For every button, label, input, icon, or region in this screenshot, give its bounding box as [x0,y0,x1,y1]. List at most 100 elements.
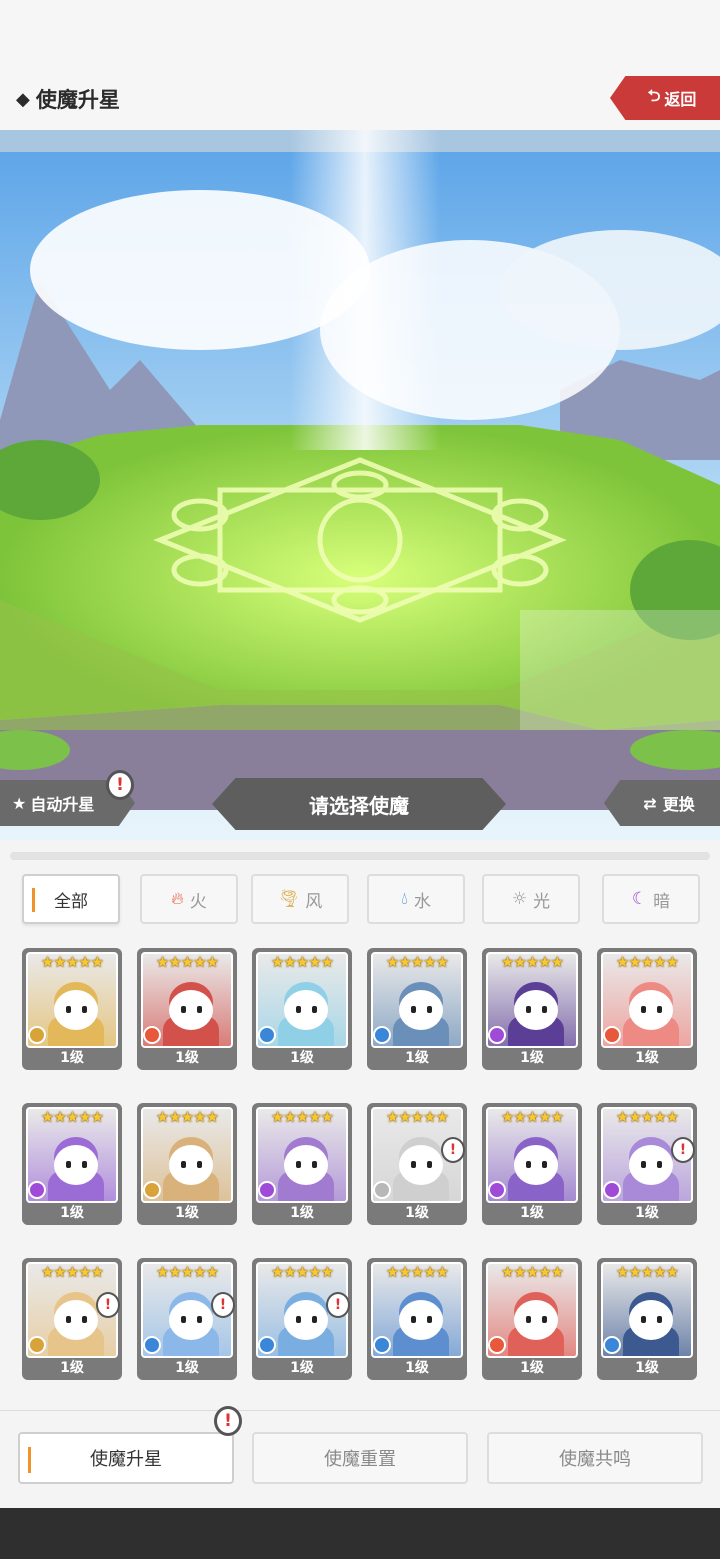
familiar-eye [526,1006,531,1013]
familiar-card[interactable]: ★★★★★ 1级 [22,1103,122,1225]
panel-divider [10,852,710,860]
wind-element-icon [28,1026,46,1044]
filter-dark[interactable]: ☾ 暗 [602,874,700,924]
familiar-eye [657,1316,662,1323]
fire-icon: 🔥︎ [171,889,184,909]
tab-familiar-reset-label: 使魔重置 [324,1449,396,1470]
familiar-card[interactable]: ★★★★★ 1级 [22,948,122,1070]
water-icon: 💧︎ [401,889,408,909]
filter-light[interactable]: ☼ 光 [482,874,580,924]
swap-button[interactable]: ⇄ 更换 [604,780,720,826]
familiar-level: 1级 [290,1360,314,1376]
water-element-icon [258,1336,276,1354]
familiar-head [629,1300,673,1340]
star-rating: ★★★★★ [40,1108,104,1126]
familiar-head [284,1145,328,1185]
tab-familiar-upgrade[interactable]: 使魔升星 [18,1432,234,1484]
familiar-card[interactable]: ★★★★★ 1级 [137,1103,237,1225]
filter-all[interactable]: 全部 [22,874,120,924]
familiar-card[interactable]: ★★★★★! 1级 [252,1258,352,1380]
familiar-card[interactable]: ★★★★★ 1级 [597,1258,697,1380]
water-element-icon [258,1026,276,1044]
filter-dark-label: 暗 [653,891,671,912]
familiar-level: 1级 [175,1360,199,1376]
tab-familiar-resonance[interactable]: 使魔共鸣 [487,1432,703,1484]
familiar-level: 1级 [405,1205,429,1221]
light-icon: ☼ [511,889,528,909]
familiar-head [399,1300,443,1340]
familiar-head [284,1300,328,1340]
filter-water[interactable]: 💧︎ 水 [367,874,465,924]
familiar-card[interactable]: ★★★★★! 1级 [597,1103,697,1225]
familiar-level: 1级 [520,1360,544,1376]
familiar-level: 1级 [520,1205,544,1221]
familiar-head [514,1300,558,1340]
familiar-eye [197,1161,202,1168]
summon-platform-scene [0,130,720,840]
filter-water-label: 水 [413,891,431,912]
filter-fire[interactable]: 🔥︎ 火 [140,874,238,924]
familiar-eye [411,1316,416,1323]
filter-wind[interactable]: 🌪︎ 风 [251,874,349,924]
scene-artwork [0,130,720,840]
familiar-card[interactable]: ★★★★★! 1级 [367,1103,467,1225]
diamond-icon: ◆ [16,88,30,110]
star-rating: ★★★★★ [615,1263,679,1281]
water-element-icon [373,1026,391,1044]
familiar-eye [181,1161,186,1168]
familiar-card[interactable]: ★★★★★ 1级 [482,948,582,1070]
familiar-head [54,990,98,1030]
filter-light-label: 光 [533,891,551,912]
familiar-level: 1级 [290,1205,314,1221]
familiar-card[interactable]: ★★★★★ 1级 [137,948,237,1070]
top-bar: ◆ 使魔升星 ⮌ 返回 [0,0,720,130]
familiar-eye [526,1161,531,1168]
familiar-card[interactable]: ★★★★★! 1级 [22,1258,122,1380]
system-navigation-bar [0,1508,720,1559]
swap-arrows-icon: ⇄ [643,793,657,813]
familiar-head [514,990,558,1030]
familiar-eye [181,1316,186,1323]
familiar-head [514,1145,558,1185]
familiar-eye [312,1006,317,1013]
star-rating: ★★★★★ [155,1263,219,1281]
familiar-card[interactable]: ★★★★★ 1级 [482,1103,582,1225]
fire-element-icon [143,1026,161,1044]
dark-element-icon [258,1181,276,1199]
familiar-card[interactable]: ★★★★★ 1级 [367,948,467,1070]
familiar-eye [197,1006,202,1013]
familiar-head [399,1145,443,1185]
familiar-eye [296,1006,301,1013]
familiar-level: 1级 [405,1050,429,1066]
familiar-level: 1级 [635,1360,659,1376]
familiar-eye [82,1316,87,1323]
dark-element-icon [488,1026,506,1044]
back-button[interactable]: ⮌ 返回 [610,76,720,120]
familiar-eye [526,1316,531,1323]
star-rating: ★★★★★ [270,1263,334,1281]
familiar-card[interactable]: ★★★★★ 1级 [367,1258,467,1380]
familiar-eye [296,1161,301,1168]
star-rating: ★★★★★ [500,1263,564,1281]
dark-element-icon [28,1181,46,1199]
familiar-eye [66,1006,71,1013]
familiar-head [629,1145,673,1185]
familiar-level: 1级 [175,1205,199,1221]
familiar-card[interactable]: ★★★★★! 1级 [137,1258,237,1380]
familiar-eye [657,1006,662,1013]
page-title: ◆ 使魔升星 [16,84,120,114]
tab-familiar-reset[interactable]: 使魔重置 [252,1432,468,1484]
star-rating: ★★★★★ [500,953,564,971]
familiar-eye [542,1006,547,1013]
upgrade-tab-alert-icon: ! [214,1406,242,1436]
familiar-eye [312,1316,317,1323]
familiar-card[interactable]: ★★★★★ 1级 [482,1258,582,1380]
alert-icon: ! [441,1137,465,1163]
alert-icon: ! [671,1137,695,1163]
dark-element-icon [488,1181,506,1199]
familiar-card[interactable]: ★★★★★ 1级 [252,1103,352,1225]
familiar-eye [82,1006,87,1013]
alert-icon: ! [326,1292,350,1318]
familiar-card[interactable]: ★★★★★ 1级 [252,948,352,1070]
familiar-card[interactable]: ★★★★★ 1级 [597,948,697,1070]
